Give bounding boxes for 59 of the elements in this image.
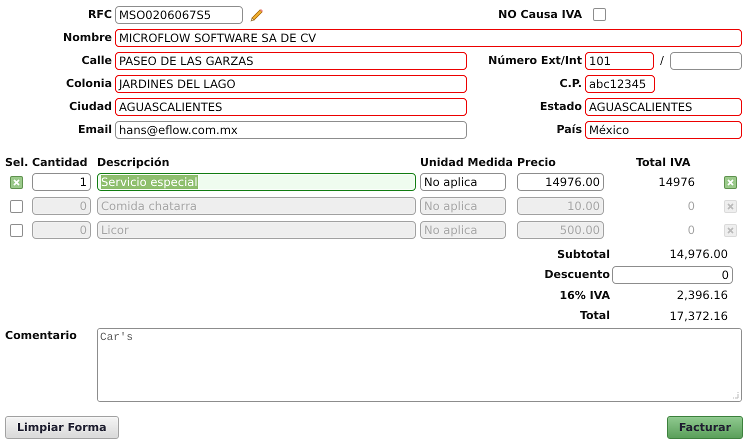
- clear-button[interactable]: Limpiar Forma: [5, 416, 118, 439]
- city-field[interactable]: AGUASCALIENTES: [115, 98, 467, 116]
- field-label: RFC: [86, 8, 113, 21]
- total-label: Subtotal: [556, 248, 610, 261]
- x-mark-icon: [727, 226, 734, 234]
- field-label: Nombre: [62, 31, 113, 44]
- field-label: Estado: [538, 100, 583, 113]
- checkbox[interactable]: [10, 224, 22, 236]
- field-label: Email: [77, 123, 113, 136]
- separator: /: [659, 54, 665, 67]
- street-field[interactable]: PASEO DE LAS GARZAS: [115, 52, 467, 70]
- email-field[interactable]: hans@eflow.com.mx: [115, 120, 467, 138]
- unit-field[interactable]: No aplica: [420, 173, 506, 191]
- total-label: 16% IVA: [558, 288, 610, 302]
- checkbox[interactable]: [593, 8, 606, 21]
- field-label: Calle: [80, 54, 113, 67]
- country-field[interactable]: México: [585, 120, 742, 138]
- total-value: 14,976.00: [668, 247, 728, 262]
- column-header: Total: [634, 156, 666, 168]
- price-field[interactable]: 14976.00: [517, 173, 604, 191]
- comment-label: Comentario: [5, 328, 78, 344]
- line-total: 0: [688, 223, 695, 237]
- iva-checkbox[interactable]: [724, 176, 737, 188]
- line-total: 0: [688, 199, 695, 213]
- neighborhood-field[interactable]: JARDINES DEL LAGO: [115, 74, 467, 92]
- pencil-icon[interactable]: [249, 6, 265, 22]
- name-field[interactable]: MICROFLOW SOFTWARE SA DE CV: [115, 28, 742, 46]
- total-value: 2,396.16: [676, 288, 728, 302]
- ext-number-field[interactable]: 101: [585, 52, 654, 70]
- total-label: Total: [578, 309, 610, 322]
- invoice-button[interactable]: Facturar: [666, 416, 743, 439]
- field-label: Número Ext/Int: [487, 54, 583, 67]
- column-header: IVA: [670, 156, 692, 168]
- checkbox[interactable]: [10, 200, 22, 212]
- quantity-field[interactable]: 1: [32, 173, 91, 191]
- discount-field[interactable]: 0: [612, 266, 733, 284]
- field-label: Ciudad: [68, 100, 113, 113]
- field-label: NO Causa IVA: [497, 8, 583, 21]
- field-label: País: [555, 123, 583, 136]
- column-header: Unidad Medida: [420, 156, 514, 168]
- field-label: Colonia: [65, 77, 113, 90]
- int-number-field[interactable]: [670, 52, 742, 70]
- line-total: 14976: [658, 175, 695, 189]
- checkbox[interactable]: [10, 176, 22, 188]
- x-mark-icon: [727, 178, 734, 186]
- total-label: Descuento: [543, 268, 610, 282]
- column-header: Sel.: [5, 156, 30, 168]
- postal-code-field[interactable]: abc12345: [585, 74, 655, 92]
- total-value: 17,372.16: [668, 308, 728, 323]
- rfc-field[interactable]: MSO0206067S5: [115, 6, 243, 24]
- field-label: C.P.: [558, 77, 583, 90]
- x-mark-icon: [727, 202, 734, 210]
- x-mark-icon: [12, 178, 20, 186]
- comment-field[interactable]: Car's: [97, 328, 742, 402]
- column-header: Descripción: [97, 156, 170, 168]
- column-header: Precio: [517, 156, 557, 168]
- resize-grip-icon[interactable]: [731, 391, 739, 399]
- column-header: Cantidad: [32, 156, 89, 168]
- state-field[interactable]: AGUASCALIENTES: [585, 98, 742, 116]
